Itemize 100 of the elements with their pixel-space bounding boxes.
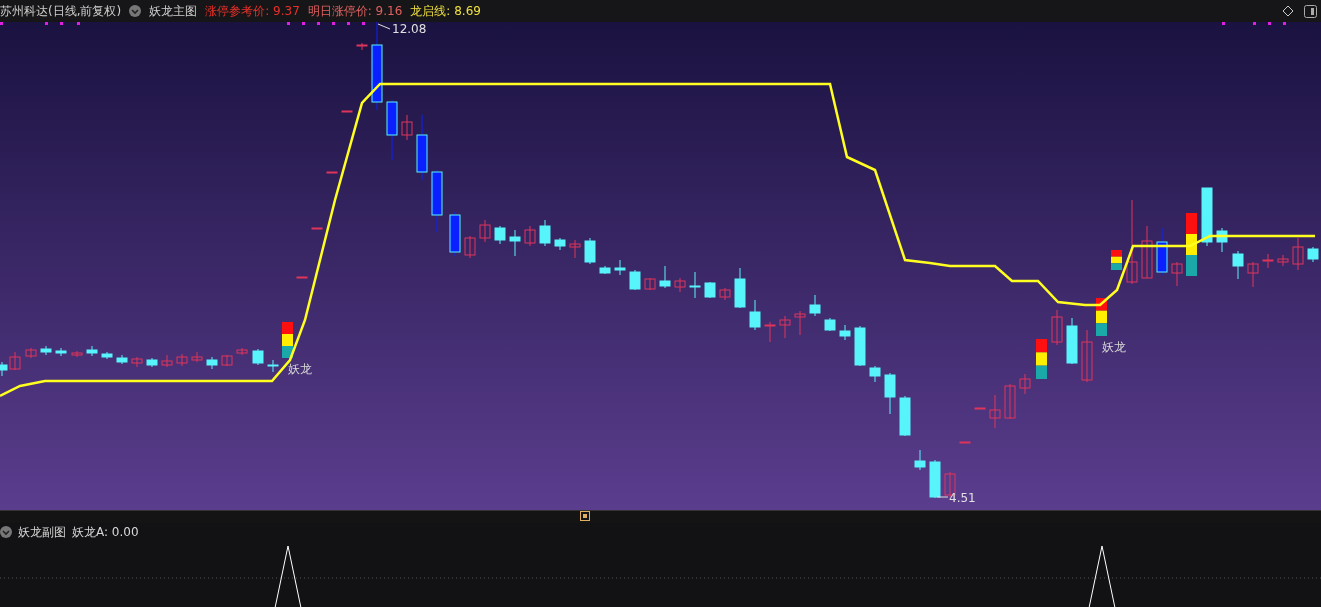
candlestick: [86, 345, 98, 357]
candlestick: [55, 347, 67, 357]
candlestick: [296, 276, 308, 279]
indicator-name: 妖龙主图: [149, 2, 198, 20]
sub-chart-title: 妖龙副图: [18, 523, 66, 541]
candlestick: [1051, 309, 1063, 346]
candlestick: [1004, 383, 1016, 420]
candlestick: [569, 239, 581, 259]
signal-bar: [1036, 339, 1047, 379]
candlestick: [101, 351, 113, 360]
signal-label: 妖龙: [288, 362, 312, 376]
candlestick: [584, 237, 596, 265]
candlestick: [25, 347, 37, 359]
candlestick: [401, 114, 413, 141]
candlestick: [779, 315, 791, 339]
collapse-icon[interactable]: [0, 526, 12, 538]
candlestick: [1232, 250, 1244, 280]
spike-line: [274, 545, 302, 607]
candlestick: [719, 287, 731, 301]
candlestick: [1262, 253, 1274, 269]
candlestick: [161, 354, 173, 368]
candlestick: [267, 359, 279, 373]
panel-toggle-icon[interactable]: [1304, 4, 1317, 18]
candlestick: [1247, 261, 1259, 288]
candlestick: [929, 459, 941, 499]
stock-title: 苏州科达(日线,前复权): [0, 2, 122, 20]
candlestick: [794, 310, 806, 336]
signal-bar: [1111, 250, 1122, 270]
square-marker-icon: [580, 511, 590, 521]
candlestick: [206, 356, 218, 370]
candlestick: [494, 225, 506, 245]
candlestick: [1156, 227, 1168, 276]
candlestick: [1019, 373, 1031, 395]
candlestick: [764, 321, 776, 343]
collapse-icon[interactable]: [129, 5, 142, 17]
candlestick: [236, 347, 248, 356]
candlestick: [40, 345, 52, 356]
candlestick: [614, 259, 626, 276]
low-price-label: 4.51: [949, 491, 976, 505]
candlestick: [914, 449, 926, 471]
candlestick: [809, 294, 821, 317]
candlestick: [539, 219, 551, 247]
candlestick: [146, 357, 158, 368]
candlestick: [221, 354, 233, 367]
candlestick: [734, 267, 746, 309]
indicator-value: 龙启线: 8.69: [410, 2, 481, 20]
candlestick: [839, 324, 851, 341]
leader-line: [377, 23, 391, 30]
candlestick: [449, 211, 461, 257]
candlestick: [1201, 187, 1213, 247]
candlestick: [71, 350, 83, 358]
candlestick: [629, 269, 641, 291]
candlestick: [1141, 225, 1153, 279]
candlestick: [1216, 227, 1228, 253]
diamond-icon[interactable]: [1282, 5, 1294, 17]
signal-bar: [282, 322, 293, 358]
candlestick: [176, 353, 188, 367]
candlestick: [974, 407, 986, 410]
candlestick: [959, 441, 971, 444]
candlestick: [704, 281, 716, 299]
candlestick: [854, 325, 866, 367]
candlestick: [341, 110, 353, 113]
candlestick: [884, 372, 896, 415]
candlestick: [1307, 246, 1319, 263]
candlestick: [252, 348, 264, 366]
candlestick: [356, 42, 368, 51]
candlestick: [659, 265, 671, 289]
candlestick: [509, 229, 521, 257]
candlestick: [674, 277, 686, 293]
signal-bar: [1096, 298, 1107, 336]
candlestick: [464, 235, 476, 259]
signal-bar: [1186, 213, 1197, 276]
candlestick: [1292, 237, 1304, 271]
candlestick: [311, 227, 323, 230]
candlestick: [386, 99, 398, 161]
candlestick: [524, 225, 536, 247]
indicator-value: 涨停参考价: 9.37: [205, 2, 300, 20]
candlestick: [416, 114, 428, 181]
candlestick: [599, 265, 611, 275]
candlestick: [431, 169, 443, 233]
candlestick: [869, 365, 881, 383]
candlestick: [824, 317, 836, 332]
high-price-label: 12.08: [392, 22, 427, 36]
candlestick: [479, 219, 491, 243]
candlestick: [689, 271, 701, 299]
leader-line: [936, 496, 949, 498]
candlestick: [1277, 254, 1289, 267]
candlestick: [326, 171, 338, 174]
candlestick: [554, 237, 566, 251]
candlestick: [1081, 329, 1093, 383]
spike-line: [1088, 545, 1116, 607]
candlestick: [116, 354, 128, 365]
candlestick: [1066, 317, 1078, 365]
candlestick: [191, 351, 203, 363]
signal-label: 妖龙: [1102, 340, 1126, 354]
candlestick: [131, 356, 143, 368]
indicator-value: 明日涨停价: 9.16: [307, 2, 403, 20]
candlestick: [899, 395, 911, 437]
candlestick: [644, 277, 656, 291]
candlestick: [749, 299, 761, 331]
